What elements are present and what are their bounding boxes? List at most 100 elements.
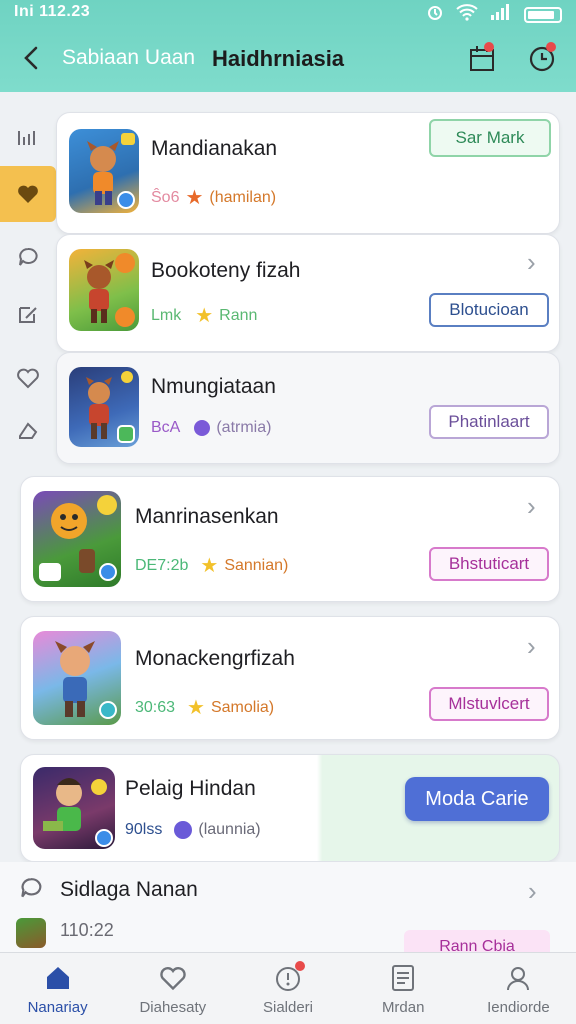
alarm-icon xyxy=(426,3,444,26)
profile-icon xyxy=(503,963,533,993)
bell-icon xyxy=(273,961,305,993)
chevron-left-icon xyxy=(24,46,38,70)
back-button[interactable] xyxy=(18,42,46,74)
game-name: Manrinasenkan xyxy=(135,505,279,528)
list-item-title: Sidlaga Nanan xyxy=(60,878,198,901)
heart-outline-icon xyxy=(17,368,39,389)
game-code: DE7:2b xyxy=(135,556,189,574)
game-thumbnail xyxy=(69,129,139,213)
star-icon: ★ xyxy=(200,555,219,577)
rail-edit[interactable] xyxy=(0,286,56,342)
rail-list[interactable] xyxy=(0,110,56,166)
coin-icon xyxy=(194,420,211,436)
wifi-icon xyxy=(456,3,478,26)
page-title: Haidhrniasia xyxy=(212,46,345,71)
heart-icon xyxy=(158,963,188,993)
game-thumbnail xyxy=(69,367,139,447)
status-time: Ini 112.23 xyxy=(14,3,91,20)
bottom-nav: Nanariay Diahesaty Sialderi Mrdan Iendio… xyxy=(0,952,576,1024)
nav-item-profile[interactable]: Iendiorde xyxy=(461,953,576,1024)
nav-label: Diahesaty xyxy=(139,999,207,1016)
game-thumbnail xyxy=(33,491,121,587)
nav-label: Sialderi xyxy=(262,999,314,1016)
primary-action-button[interactable]: Moda Carie xyxy=(405,777,549,821)
game-meta: DE7:2b ★ Sannian) xyxy=(135,553,288,578)
game-name: Mandianakan xyxy=(151,137,278,160)
edit-icon xyxy=(19,307,37,323)
game-meta: BcA (atrmia) xyxy=(151,419,271,437)
game-card[interactable]: Pelaig Hindan 90lss (launnia) Moda Carie xyxy=(20,754,560,862)
chevron-right-icon[interactable]: › xyxy=(527,491,536,522)
star-icon: ★ xyxy=(185,187,204,209)
game-code: BcA xyxy=(151,419,181,436)
nav-item-favorites[interactable]: Diahesaty xyxy=(115,953,230,1024)
header-subtitle: Sabiaan Uaan xyxy=(62,46,196,69)
game-card[interactable]: Bookoteny fizah Lmk ★ Rann › Blotucioan xyxy=(56,234,560,352)
document-icon xyxy=(388,963,418,993)
game-meta: Lmk ★ Rann xyxy=(151,303,257,328)
title-bar: Sabiaan Uaan Haidhrniasia xyxy=(0,26,576,92)
nav-item-home[interactable]: Nanariay xyxy=(0,953,115,1024)
action-button[interactable]: Phatinlaart xyxy=(429,405,549,439)
rail-chat[interactable] xyxy=(0,230,56,286)
notification-dot xyxy=(295,961,305,971)
game-code: 30:63 xyxy=(135,698,176,716)
star-icon: ★ xyxy=(187,697,205,719)
heart-icon xyxy=(18,185,38,203)
action-button[interactable]: Sar Mark xyxy=(429,119,551,157)
verified-icon xyxy=(99,563,117,581)
game-name: Monackengrfizah xyxy=(135,647,295,670)
action-button[interactable]: Bhstuticart xyxy=(429,547,549,581)
list-icon xyxy=(18,131,35,145)
rail-favorites[interactable] xyxy=(0,166,56,222)
game-tag: (atrmia) xyxy=(216,419,272,436)
game-tag: Sannian) xyxy=(224,556,289,574)
tag-icon xyxy=(19,422,38,439)
game-card[interactable]: Monackengrfizah 30:63 ★ Samolia) › Mlstu… xyxy=(20,616,560,740)
game-thumbnail xyxy=(69,249,139,331)
home-icon xyxy=(43,963,73,993)
check-badge-icon xyxy=(99,701,117,719)
avatar xyxy=(16,918,46,948)
rail-tags[interactable] xyxy=(0,402,56,458)
game-name: Nmungiataan xyxy=(151,375,276,398)
list-item[interactable]: Sidlaga Nanan › 110:22 Rann Cbia xyxy=(0,862,576,964)
battery-icon xyxy=(524,6,562,23)
nav-item-documents[interactable]: Mrdan xyxy=(346,953,461,1024)
nav-label: Nanariay xyxy=(27,999,88,1016)
nav-label: Iendiorde xyxy=(487,999,550,1016)
chevron-right-icon[interactable]: › xyxy=(528,876,537,907)
rail-likes[interactable] xyxy=(0,350,56,406)
chevron-right-icon[interactable]: › xyxy=(527,631,536,662)
game-code: 90lss xyxy=(125,821,163,838)
nav-item-alerts[interactable]: Sialderi xyxy=(230,953,345,1024)
game-name: Bookoteny fizah xyxy=(151,259,301,282)
status-icons xyxy=(426,3,562,26)
game-card[interactable]: Mandianakan Ŝo6 ★ (hamilan) Sar Mark xyxy=(56,112,560,234)
action-button[interactable]: Blotucioan xyxy=(429,293,549,327)
nav-label: Mrdan xyxy=(381,999,425,1016)
game-code: Lmk xyxy=(151,306,182,324)
list-item-time: 110:22 xyxy=(60,920,114,940)
game-card[interactable]: Nmungiataan BcA (atrmia) Phatinlaart xyxy=(56,352,560,464)
game-name: Pelaig Hindan xyxy=(125,777,256,800)
calendar-button[interactable] xyxy=(466,42,498,74)
alert-button[interactable] xyxy=(526,42,558,74)
game-card[interactable]: Manrinasenkan DE7:2b ★ Sannian) › Bhstut… xyxy=(20,476,560,602)
check-badge-icon xyxy=(117,425,135,443)
game-meta: Ŝo6 ★ (hamilan) xyxy=(151,185,276,210)
signal-icon xyxy=(490,3,512,26)
game-meta: 30:63 ★ Samolia) xyxy=(135,695,274,720)
star-icon: ★ xyxy=(195,305,214,327)
notification-dot xyxy=(546,42,556,52)
notification-dot xyxy=(484,42,494,52)
chat-icon xyxy=(19,247,38,266)
app-header: Ini 112.23 Sabiaan Uaan Haidhrniasia xyxy=(0,0,576,92)
chevron-right-icon[interactable]: › xyxy=(527,247,536,278)
side-rail xyxy=(0,110,56,470)
game-tag: Samolia) xyxy=(210,698,275,716)
action-button[interactable]: Mlstuvlcert xyxy=(429,687,549,721)
game-tag: (hamilan) xyxy=(209,188,277,206)
game-code: Ŝo6 xyxy=(151,188,180,206)
game-tag: (launnia) xyxy=(198,821,261,838)
